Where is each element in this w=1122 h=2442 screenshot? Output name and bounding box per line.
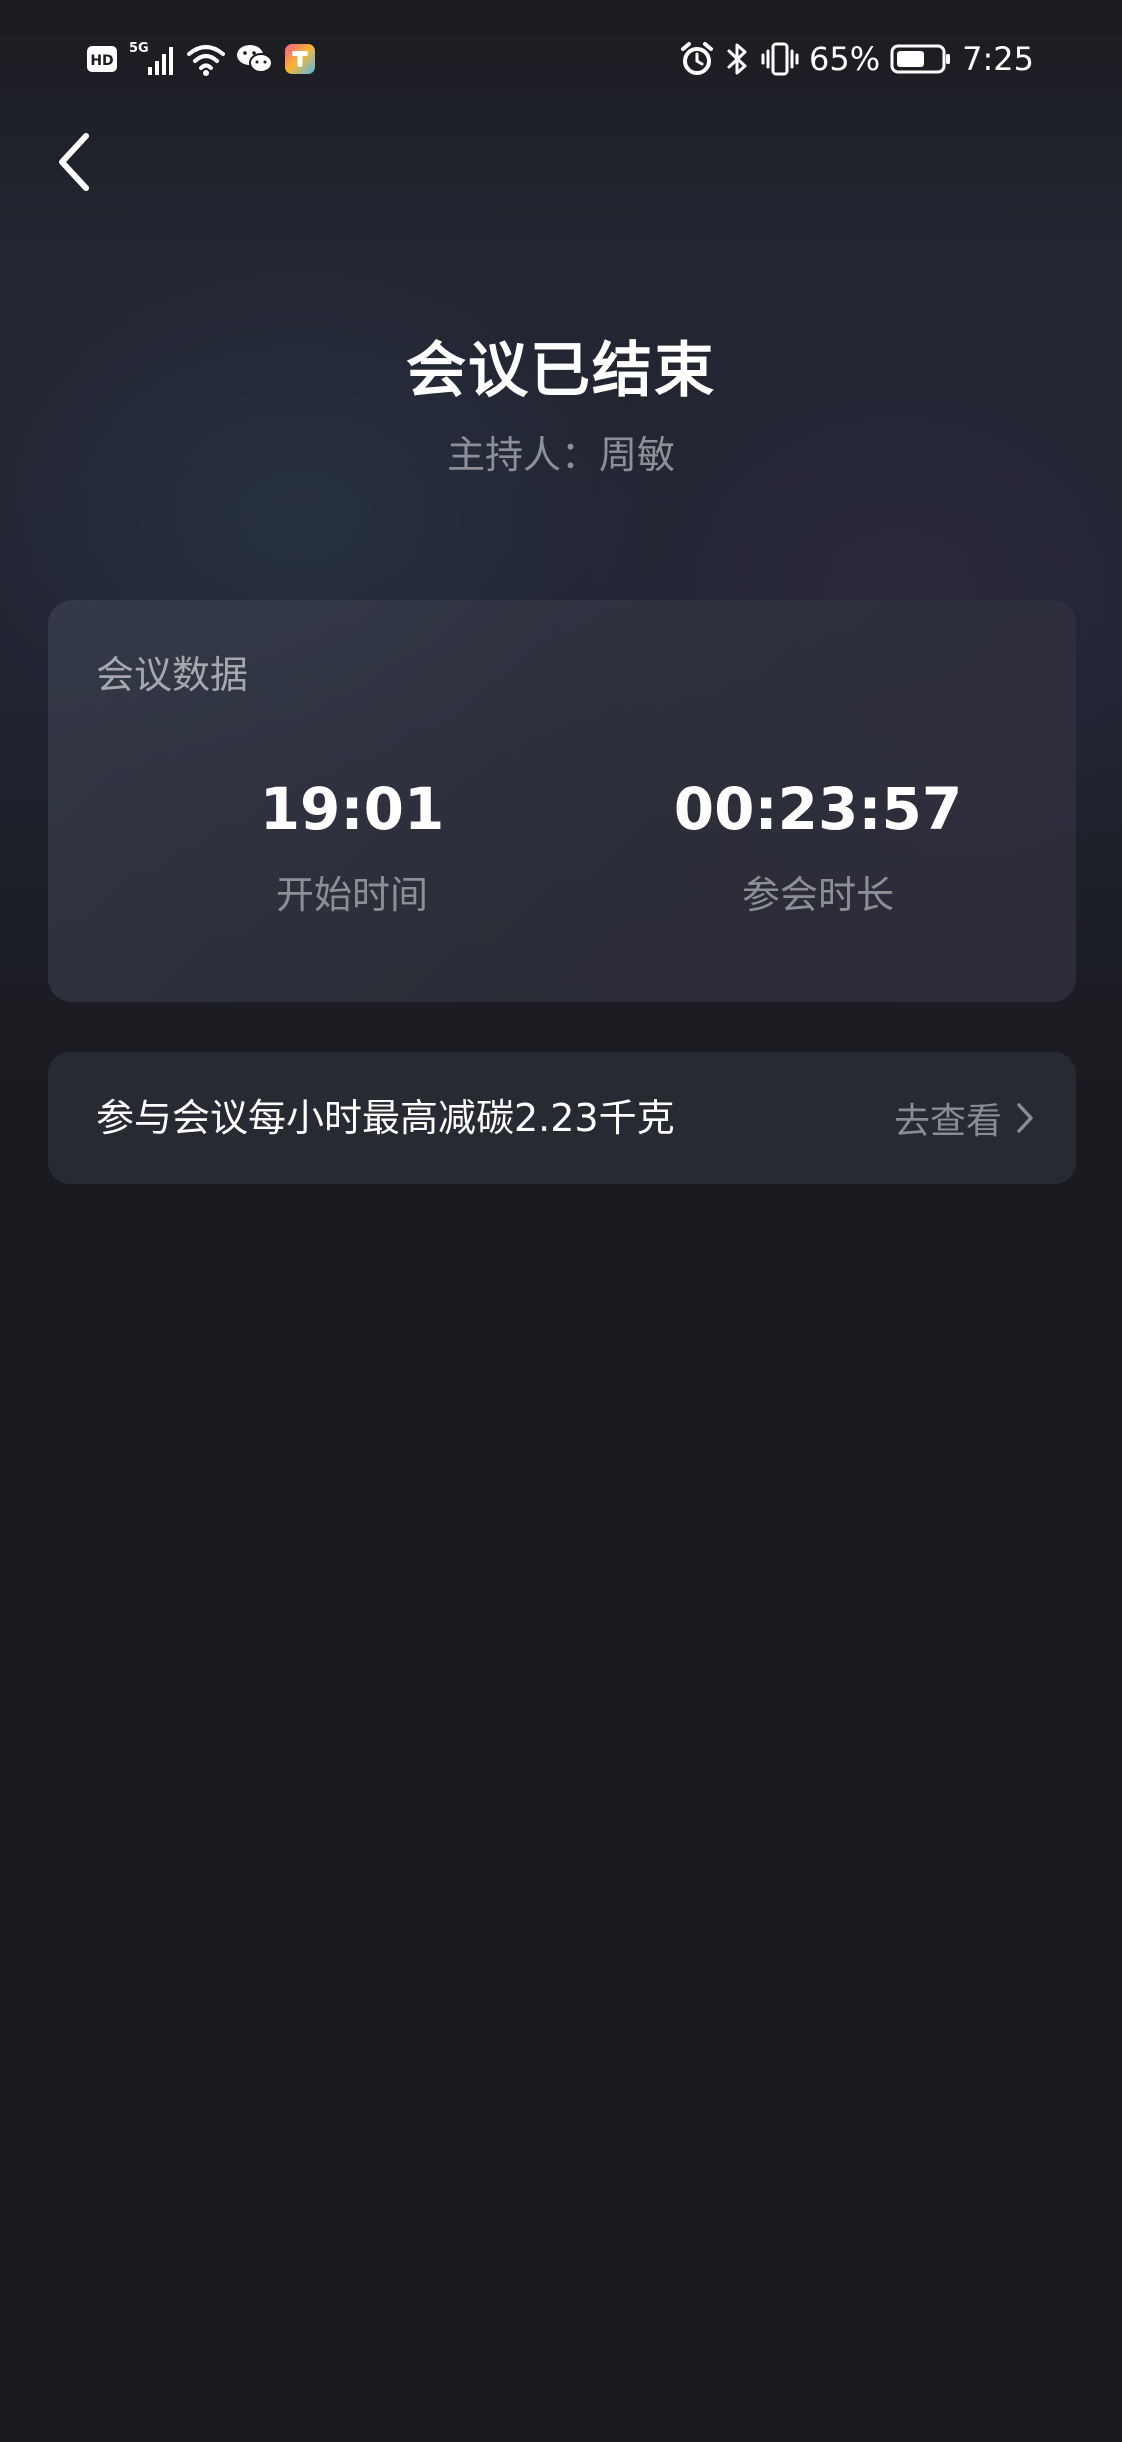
duration-label: 参会时长: [741, 873, 894, 917]
start-time-label: 开始时间: [275, 873, 428, 917]
carbon-reduction-card[interactable]: 参与会议每小时最高减碳2.23千克 去查看: [48, 1052, 1076, 1184]
carbon-reduction-text: 参与会议每小时最高减碳2.23千克: [96, 1096, 675, 1140]
hd-label: HD: [90, 53, 113, 69]
alarm-icon: [679, 41, 715, 77]
battery-icon: [890, 43, 952, 75]
signal-icon: 5G: [128, 39, 176, 79]
start-time-stat: 19:01 开始时间: [142, 780, 562, 914]
bluetooth-icon: [725, 41, 751, 77]
meeting-ended-screen: HD 5G 65% 7:25 会议已结束 主持人：周敏 会议数据 19:01 开…: [0, 0, 1122, 2442]
start-time-value: 19:01: [259, 775, 445, 843]
meeting-data-card: 会议数据 19:01 开始时间 00:23:57 参会时长: [48, 600, 1076, 1002]
hd-icon: HD: [86, 44, 118, 74]
view-details-link[interactable]: 去查看: [894, 1052, 1036, 1184]
duration-stat: 00:23:57 参会时长: [608, 780, 1028, 914]
battery-fill: [897, 51, 925, 67]
host-name: 主持人：周敏: [446, 433, 675, 477]
network-label: 5G: [129, 41, 149, 56]
status-time: 7:25: [962, 40, 1034, 78]
status-bar-left: HD 5G: [86, 36, 316, 82]
vibrate-icon: [761, 41, 799, 77]
duration-value: 00:23:57: [673, 775, 963, 843]
chevron-right-icon: [1014, 1101, 1036, 1135]
wifi-icon: [186, 41, 226, 77]
back-button[interactable]: [46, 124, 102, 200]
status-bar: HD 5G 65% 7:25: [0, 0, 1122, 118]
view-details-label: 去查看: [893, 1101, 1002, 1142]
app-icon: [284, 43, 316, 75]
wechat-icon: [236, 43, 274, 75]
card-title: 会议数据: [96, 653, 249, 697]
battery-percent: 65%: [809, 40, 881, 78]
page-title: 会议已结束: [406, 336, 716, 406]
status-bar-right: 65% 7:25: [679, 36, 1034, 82]
chevron-left-icon: [54, 132, 94, 192]
